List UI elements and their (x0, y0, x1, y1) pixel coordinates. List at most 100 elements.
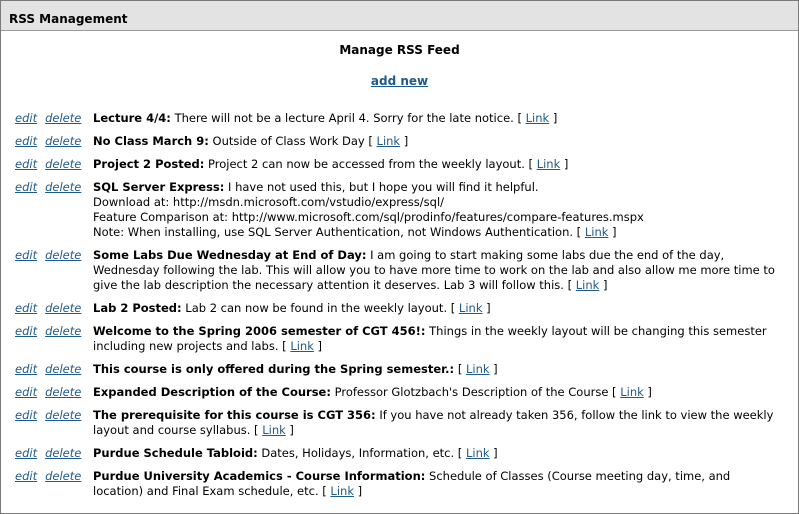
feed-link-wrap: [ Link ] (318, 484, 363, 498)
edit-link[interactable]: edit (15, 408, 37, 422)
add-new-link[interactable]: add new (371, 74, 428, 88)
feed-title: No Class March 9: (93, 134, 209, 148)
feed-link-wrap: [ Link ] (513, 111, 558, 125)
edit-link[interactable]: edit (15, 469, 37, 483)
feed-link[interactable]: Link (585, 225, 609, 239)
rss-management-panel: RSS Management Manage RSS Feed add new e… (0, 0, 799, 514)
feed-title: The prerequisite for this course is CGT … (93, 408, 376, 422)
feed-title: Expanded Description of the Course: (93, 385, 331, 399)
delete-link[interactable]: delete (45, 157, 81, 171)
feed-description: Dates, Holidays, Information, etc. (261, 446, 455, 460)
edit-link[interactable]: edit (15, 248, 37, 262)
edit-link[interactable]: edit (15, 111, 37, 125)
edit-link[interactable]: edit (15, 157, 37, 171)
delete-link[interactable]: delete (45, 408, 81, 422)
feed-link[interactable]: Link (620, 385, 644, 399)
feed-link-wrap: [ Link ] (573, 225, 617, 239)
panel-header: RSS Management (1, 1, 798, 31)
add-new-container: add new (1, 73, 798, 89)
feed-actions: edit delete (15, 408, 95, 423)
feed-row: edit delete Expanded Description of the Co… (1, 385, 798, 400)
delete-link[interactable]: delete (45, 469, 81, 483)
feed-content: Lecture 4/4: There will not be a lecture… (93, 111, 783, 126)
delete-link[interactable]: delete (45, 134, 81, 148)
feed-list: edit delete Lecture 4/4: There will not be… (1, 111, 798, 507)
feed-link[interactable]: Link (466, 362, 490, 376)
feed-link-wrap: [ Link ] (278, 339, 323, 353)
feed-description: There will not be a lecture April 4. Sor… (174, 111, 514, 125)
feed-link-wrap: [ Link ] (524, 157, 569, 171)
feed-link[interactable]: Link (262, 423, 286, 437)
feed-content: This course is only offered during the S… (93, 362, 783, 377)
feed-row: edit delete Purdue Schedule Tabloid: Dates… (1, 446, 798, 461)
feed-title: Welcome to the Spring 2006 semester of C… (93, 324, 426, 338)
feed-link[interactable]: Link (290, 339, 314, 353)
edit-link[interactable]: edit (15, 180, 37, 194)
delete-link[interactable]: delete (45, 324, 81, 338)
feed-content: Some Labs Due Wednesday at End of Day: I… (93, 248, 783, 293)
delete-link[interactable]: delete (45, 301, 81, 315)
feed-link-wrap: [ Link ] (364, 134, 409, 148)
delete-link[interactable]: delete (45, 362, 81, 376)
feed-row: edit delete SQL Server Express: I have not… (1, 180, 798, 240)
feed-actions: edit delete (15, 324, 95, 339)
feed-description: Project 2 can now be accessed from the w… (208, 157, 525, 171)
delete-link[interactable]: delete (45, 385, 81, 399)
feed-title: Purdue University Academics - Course Inf… (93, 469, 426, 483)
feed-actions: edit delete (15, 362, 95, 377)
feed-actions: edit delete (15, 180, 95, 195)
feed-content: Purdue Schedule Tabloid: Dates, Holidays… (93, 446, 783, 461)
feed-row: edit delete No Class March 9: Outside of C… (1, 134, 798, 149)
delete-link[interactable]: delete (45, 446, 81, 460)
feed-content: Purdue University Academics - Course Inf… (93, 469, 783, 499)
feed-row: edit delete This course is only offered du… (1, 362, 798, 377)
feed-content: Project 2 Posted: Project 2 can now be a… (93, 157, 783, 172)
feed-actions: edit delete (15, 157, 95, 172)
feed-extra-line: Feature Comparison at: http://www.micros… (93, 210, 783, 225)
feed-extra-text: Feature Comparison at: http://www.micros… (93, 210, 644, 224)
feed-extra-text: Download at: http://msdn.microsoft.com/v… (93, 195, 445, 209)
feed-content: Lab 2 Posted: Lab 2 can now be found in … (93, 301, 783, 316)
edit-link[interactable]: edit (15, 134, 37, 148)
edit-link[interactable]: edit (15, 301, 37, 315)
panel-header-title: RSS Management (9, 12, 128, 26)
feed-content: SQL Server Express: I have not used this… (93, 180, 783, 240)
delete-link[interactable]: delete (45, 180, 81, 194)
delete-link[interactable]: delete (45, 111, 81, 125)
feed-link-wrap: [ Link ] (608, 385, 652, 399)
feed-link[interactable]: Link (526, 111, 550, 125)
feed-row: edit delete Lab 2 Posted: Lab 2 can now be… (1, 301, 798, 316)
page-title: Manage RSS Feed (339, 43, 460, 57)
edit-link[interactable]: edit (15, 324, 37, 338)
feed-link-wrap: [ Link ] (250, 423, 294, 437)
feed-description: I have not used this, but I hope you wil… (228, 180, 539, 194)
feed-link[interactable]: Link (537, 157, 561, 171)
feed-row: edit delete Lecture 4/4: There will not be… (1, 111, 798, 126)
edit-link[interactable]: edit (15, 446, 37, 460)
feed-description: Professor Glotzbach's Description of the… (334, 385, 609, 399)
feed-link-wrap: [ Link ] (454, 446, 498, 460)
feed-title: This course is only offered during the S… (93, 362, 455, 376)
feed-link[interactable]: Link (576, 278, 600, 292)
feed-extra-line: Note: When installing, use SQL Server Au… (93, 225, 783, 240)
feed-actions: edit delete (15, 446, 95, 461)
feed-row: edit delete Some Labs Due Wednesday at End… (1, 248, 798, 293)
feed-actions: edit delete (15, 111, 95, 126)
feed-link[interactable]: Link (330, 484, 354, 498)
feed-link[interactable]: Link (459, 301, 483, 315)
feed-extra-text: Note: When installing, use SQL Server Au… (93, 225, 574, 239)
feed-title: Lab 2 Posted: (93, 301, 182, 315)
feed-link-wrap: [ Link ] (447, 301, 491, 315)
feed-actions: edit delete (15, 385, 95, 400)
feed-link-wrap: [ Link ] (563, 278, 608, 292)
feed-content: No Class March 9: Outside of Class Work … (93, 134, 783, 149)
feed-row: edit delete Welcome to the Spring 2006 sem… (1, 324, 798, 354)
feed-actions: edit delete (15, 134, 95, 149)
edit-link[interactable]: edit (15, 385, 37, 399)
feed-link[interactable]: Link (466, 446, 490, 460)
feed-description: Outside of Class Work Day (212, 134, 365, 148)
edit-link[interactable]: edit (15, 362, 37, 376)
delete-link[interactable]: delete (45, 248, 81, 262)
feed-link-wrap: [ Link ] (457, 362, 498, 376)
feed-link[interactable]: Link (377, 134, 401, 148)
